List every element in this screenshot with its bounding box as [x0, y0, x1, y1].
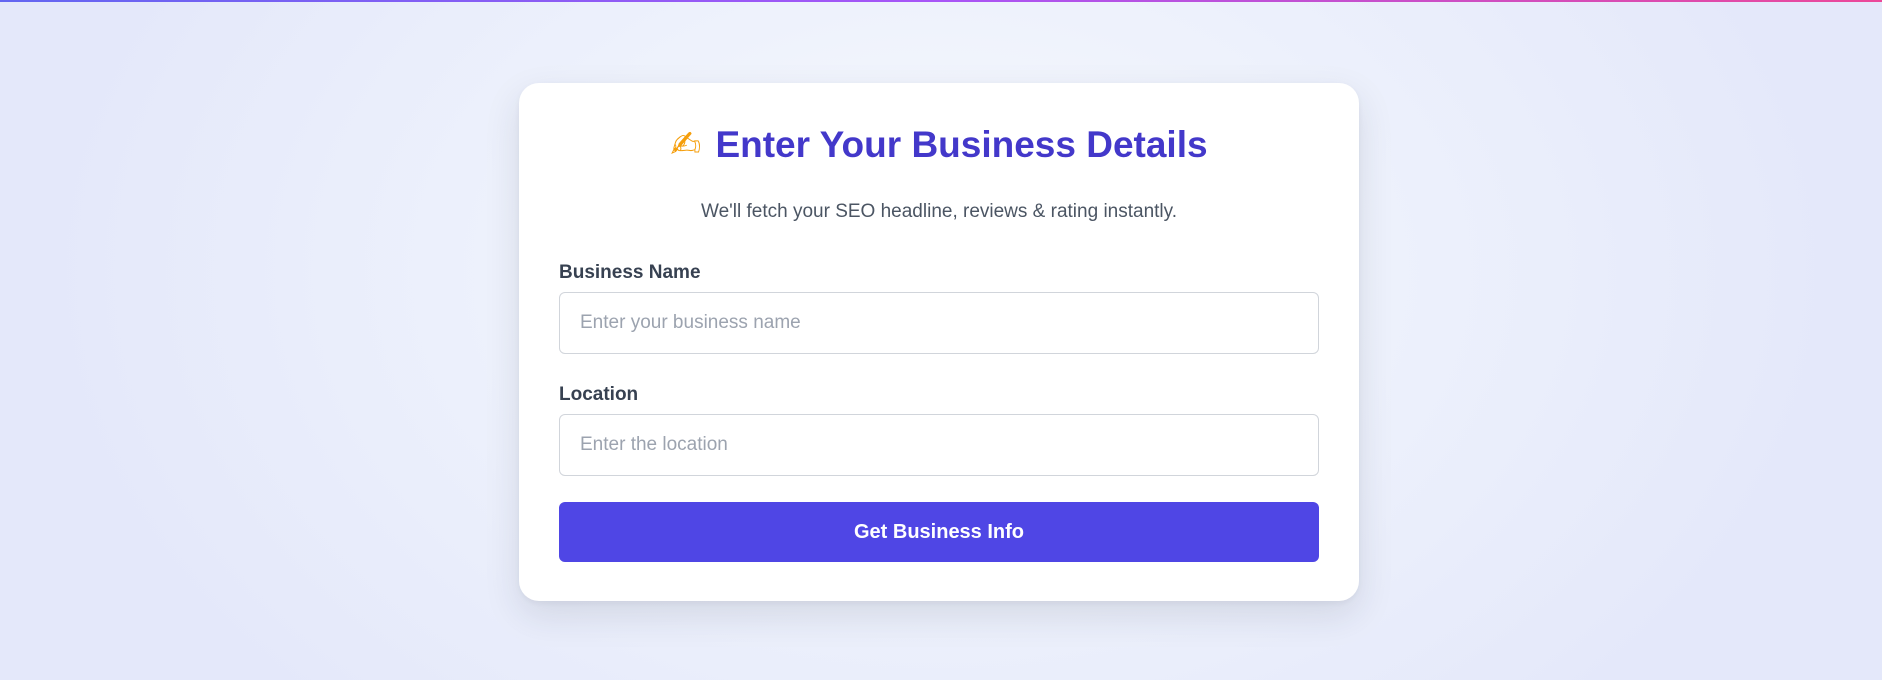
business-details-card: ✍ Enter Your Business Details We'll fetch… [519, 83, 1359, 601]
location-label: Location [559, 384, 639, 405]
title-text: Enter Your Business Details [715, 124, 1208, 165]
location-input[interactable] [559, 414, 1319, 476]
page-title: ✍ Enter Your Business Details [519, 123, 1359, 167]
get-business-info-button[interactable]: Get Business Info [559, 502, 1319, 562]
business-name-input[interactable] [559, 292, 1319, 354]
subtitle: We'll fetch your SEO headline, reviews &… [700, 201, 1178, 222]
business-name-label: Business Name [559, 262, 701, 283]
writing-hand-icon: ✍ [670, 124, 702, 165]
top-accent-bar [0, 0, 1882, 2]
